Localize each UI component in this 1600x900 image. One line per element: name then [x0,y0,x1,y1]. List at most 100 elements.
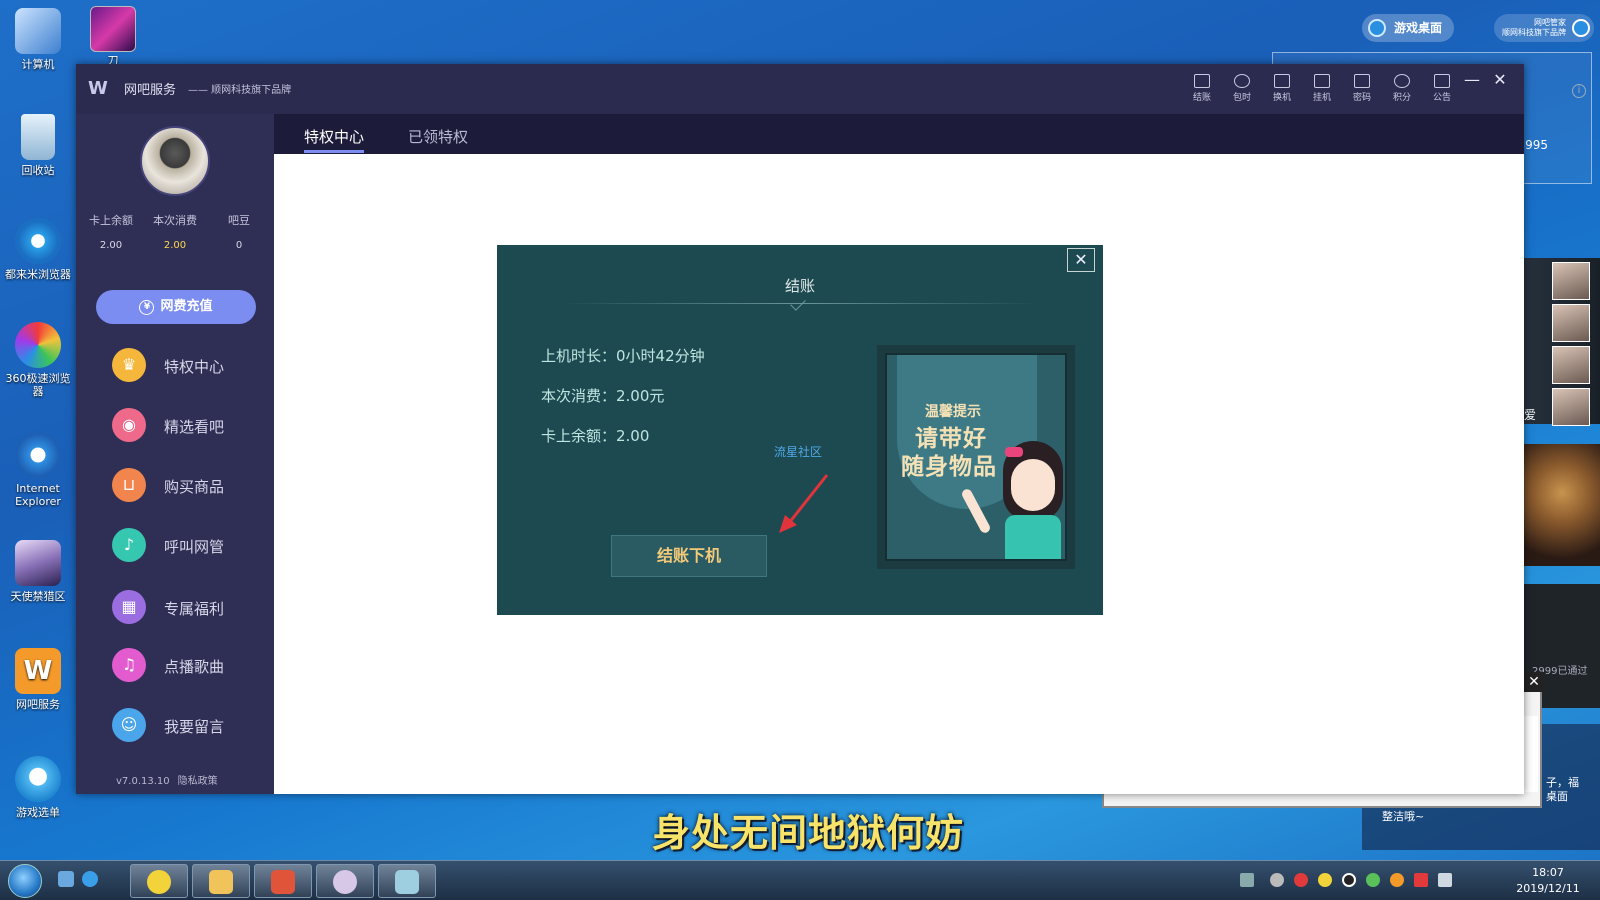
thumbnail-image[interactable] [1552,388,1590,426]
privacy-policy-link[interactable]: 隐私政策 [178,776,218,787]
bar-beans-value: 0 [235,240,243,251]
app-name: 网吧服务 [124,83,177,98]
checkout-logoff-button[interactable]: 结账下机 [611,535,767,577]
netbar-service-icon: W [15,648,61,694]
microphone-icon: ♪ [112,528,146,562]
desktop-icon-dulaimi-browser[interactable]: 都来米浏览器 [2,218,74,281]
thumbnail-image[interactable] [1552,346,1590,384]
side-text-line: 桌面 [1546,790,1568,803]
minimize-button[interactable]: — [1460,68,1484,92]
taskbar-app-notes[interactable] [378,864,436,898]
bar-beans-label: 吧豆 [228,214,250,227]
ie-icon[interactable] [82,871,98,887]
security-icon[interactable] [1366,873,1380,887]
consumption-label: 本次消费 [153,214,197,227]
sidebar-item-featured-view[interactable]: ◉ 精选看吧 [112,404,272,444]
desktop-icon-label: 游戏选单 [16,806,60,819]
clock-icon [1234,74,1250,88]
system-clock[interactable]: 18:07 2019/12/11 [1508,865,1588,897]
taskbar-app-game[interactable] [316,864,374,898]
taskbar-app-powerpoint[interactable] [254,864,312,898]
record-icon[interactable] [1294,873,1308,887]
points-icon [1394,74,1410,88]
background-hero-image [1524,444,1600,566]
tool-announcement[interactable]: 公告 [1424,74,1460,103]
tray-app-icon[interactable] [1270,873,1284,887]
brand-line-1: 网吧管家 [1534,18,1566,27]
sidebar-item-label: 购买商品 [164,478,225,496]
thumbnail-image[interactable] [1552,262,1590,300]
basket-icon: ⊔ [112,468,146,502]
avatar[interactable] [140,126,210,196]
tray-music-icon[interactable] [1318,873,1332,887]
show-desktop-icon[interactable] [58,871,74,887]
sidebar-item-call-admin[interactable]: ♪ 呼叫网管 [112,524,272,564]
popup-close-button[interactable]: ✕ [1524,672,1544,692]
poster-tip: 温馨提示 [925,404,981,420]
sidebar-item-exclusive-benefits[interactable]: ▦ 专属福利 [112,586,272,626]
taskbar-app-explorer[interactable] [192,864,250,898]
thumbnail-image[interactable] [1552,304,1590,342]
sidebar: 卡上余额 本次消费 吧豆 2.00 2.00 0 ¥ 网费充值 ♛ 特权中心 ◉ … [76,114,274,794]
desktop-icon-top-game[interactable]: 刀9999/3 [90,6,136,81]
qq-icon[interactable] [1342,873,1356,887]
title-bar[interactable]: W 网吧服务 —— 顺网科技旗下品牌 结账 包时 换机 挂机 密码 积分 公告 … [76,64,1524,114]
dialog-close-button[interactable]: ✕ [1067,248,1095,272]
reminder-poster: 温馨提示 请带好 随身物品 [877,345,1075,569]
volume-icon[interactable] [1438,873,1452,887]
info-icon[interactable]: i [1572,84,1586,98]
desktop-icon-360-browser[interactable]: 360极速浏览器 [2,322,74,398]
recharge-button[interactable]: ¥ 网费充值 [96,290,256,324]
app-slogan: —— 顺网科技旗下品牌 [188,85,292,96]
netbar-manager-brand[interactable]: 网吧管家 顺网科技旗下品牌 [1494,14,1594,42]
tool-idle[interactable]: 挂机 [1304,74,1340,103]
clock-date: 2019/12/11 [1516,882,1580,895]
tool-time-package[interactable]: 包时 [1224,74,1260,103]
tab-claimed-privileges[interactable]: 已领特权 [408,126,468,147]
desktop-icon-computer[interactable]: 计算机 [2,8,74,71]
desktop-icon-game-menu[interactable]: 游戏选单 [2,756,74,819]
game-icon [90,6,136,52]
girl-face [1011,459,1055,511]
idle-icon [1314,74,1330,88]
network-icon[interactable] [1414,873,1428,887]
taskbar-app-music[interactable] [130,864,188,898]
sidebar-item-label: 呼叫网管 [164,538,225,556]
recycle-bin-icon [21,114,55,160]
desktop-icon-label: Internet Explorer [15,482,61,508]
consumption-value: 2.00 [163,240,187,251]
sidebar-item-song-request[interactable]: ♫ 点播歌曲 [112,644,272,684]
tool-label: 换机 [1272,93,1291,103]
crown-icon: ♛ [112,348,146,382]
side-notice-text: 子，福 桌面 [1546,776,1579,804]
clock-time: 18:07 [1532,866,1564,879]
sidebar-item-buy-goods[interactable]: ⊔ 购买商品 [112,464,272,504]
dialog-title: 结账 [784,277,815,295]
card-balance: 卡上余额：2.00 [541,427,650,445]
desktop-icon-internet-explorer[interactable]: Internet Explorer [2,432,74,508]
session-consumption: 本次消费：2.00元 [541,387,665,405]
start-button[interactable] [8,864,42,898]
keyboard-icon[interactable] [1240,873,1254,887]
desktop-icon-label: 回收站 [21,164,55,177]
game-desktop-button[interactable]: 游戏桌面 [1362,14,1454,42]
tab-privilege-center[interactable]: 特权中心 [304,126,365,153]
chat-icon: ☺ [112,708,146,742]
side-text-line: 子，福 [1546,776,1579,789]
tool-label: 密码 [1352,93,1371,103]
desktop-icon-label: 都来米浏览器 [5,268,71,281]
desktop-icon-label: 天使禁猎区 [10,590,66,603]
close-button[interactable]: ✕ [1488,68,1512,92]
tool-checkout[interactable]: 结账 [1184,74,1220,103]
sidebar-item-leave-message[interactable]: ☺ 我要留言 [112,704,272,744]
desktop-icon-netbar-service[interactable]: W 网吧服务 [2,648,74,711]
netbar-tray-icon[interactable] [1390,873,1404,887]
sidebar-item-privilege-center[interactable]: ♛ 特权中心 [112,344,272,384]
tool-points[interactable]: 积分 [1384,74,1420,103]
desktop-icon-recycle-bin[interactable]: 回收站 [2,114,74,177]
tool-switch-machine[interactable]: 换机 [1264,74,1300,103]
community-link[interactable]: 流星社区 [774,443,822,460]
desktop-icon-angel-game[interactable]: 天使禁猎区 [2,540,74,603]
version-info: v7.0.13.10 隐私政策 [116,772,218,787]
tool-password[interactable]: 密码 [1344,74,1380,103]
